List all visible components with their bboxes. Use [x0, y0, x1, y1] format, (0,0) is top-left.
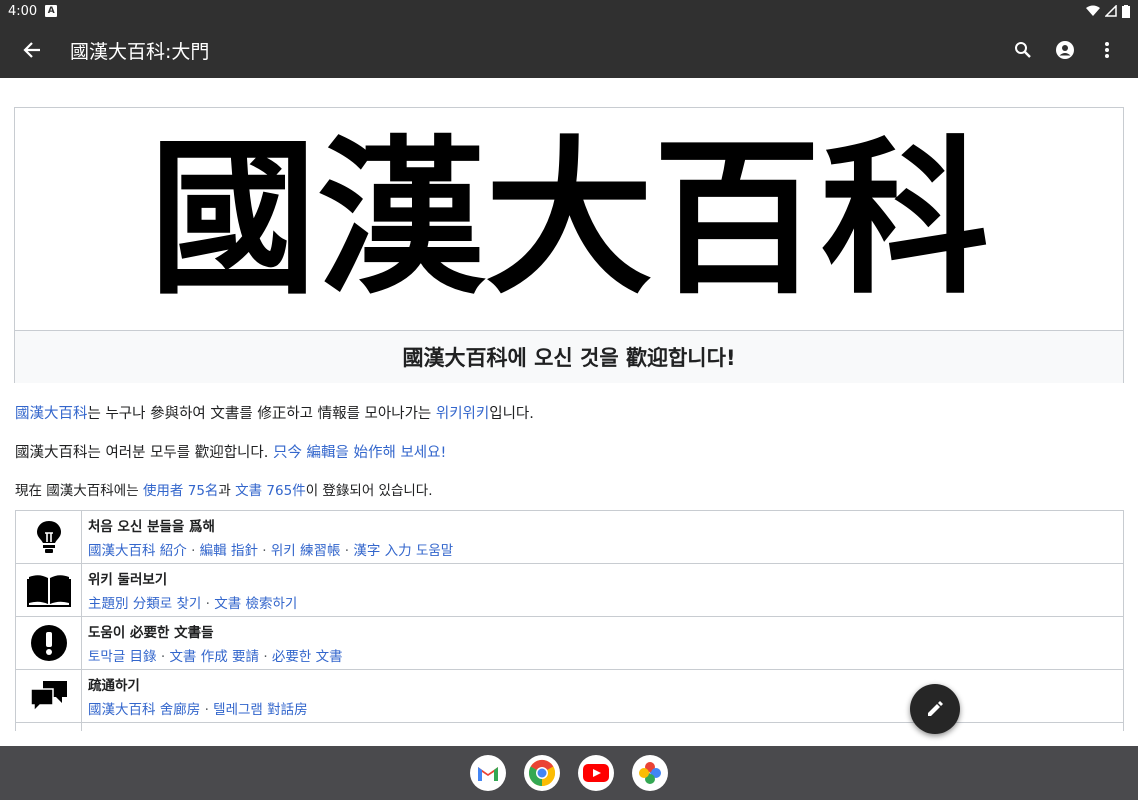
portal-link[interactable]: 텔레그램 對話房 [213, 702, 307, 718]
portal-row-newcomers: 처음 오신 분들을 爲해 國漢大百科 紹介 · 編輯 指針 · 위키 練習帳 ·… [15, 511, 1124, 564]
portal-heading: 처음 오신 분들을 爲해 [88, 519, 215, 535]
portal-link[interactable]: 토막글 目錄 [88, 649, 157, 665]
portal-link[interactable]: 위키 練習帳 [271, 543, 341, 559]
portal-heading: 도움이 必要한 文書들 [88, 625, 214, 641]
gmail-icon [478, 767, 498, 781]
wifi-icon [1086, 5, 1100, 16]
site-logo: 國漢大百科 [149, 121, 989, 317]
status-time: 4:00 [8, 3, 38, 19]
stats-paragraph: 現在 國漢大百科에는 使用者 75名과 文書 765件이 登錄되어 있습니다. [15, 483, 433, 499]
intro-paragraph-1: 國漢大百科는 누구나 參與하여 文書를 修正하고 情報를 모아나가는 위키위키입… [15, 406, 534, 422]
portal-row-explore: 위키 둘러보기 主題別 分類로 찾기 · 文書 檢索하기 [15, 564, 1124, 617]
chat-icon [29, 681, 67, 713]
edit-fab-button[interactable] [910, 684, 960, 734]
exclamation-icon [30, 625, 67, 661]
welcome-message: 國漢大百科에 오신 것을 歡迎합니다! [15, 330, 1123, 383]
portal-link[interactable]: 文書 檢索하기 [214, 596, 297, 612]
portal-links: 國漢大百科 紹介 · 編輯 指針 · 위키 練習帳 · 漢字 入力 도움말 [88, 543, 454, 559]
more-options-button[interactable] [1086, 29, 1128, 71]
search-button[interactable] [1002, 29, 1044, 71]
photos-app[interactable] [632, 755, 668, 791]
portal-link[interactable]: 文書 作成 要請 [169, 649, 259, 665]
gmail-app[interactable] [470, 755, 506, 791]
notification-badge: A [45, 5, 58, 17]
users-count-link[interactable]: 使用者 75名 [143, 483, 218, 499]
portal-link[interactable]: 漢字 入力 도움말 [353, 543, 453, 559]
account-circle-icon [1056, 41, 1074, 59]
portal-link[interactable]: 必要한 文書 [272, 649, 343, 665]
youtube-icon [583, 764, 609, 782]
portal-heading: 疏通하기 [88, 678, 140, 694]
account-button[interactable] [1044, 29, 1086, 71]
app-bar: 國漢大百科:大門 [0, 22, 1138, 78]
documents-count-link[interactable]: 文書 765件 [235, 483, 306, 499]
chrome-app[interactable] [524, 755, 560, 791]
wiki-link[interactable]: 위키위키 [436, 406, 489, 422]
page-content: 國漢大百科 國漢大百科에 오신 것을 歡迎합니다! 國漢大百科는 누구나 參與하… [0, 78, 1138, 731]
intro-paragraph-2: 國漢大百科는 여러분 모두를 歡迎합니다. 只今 編輯을 始作해 보세요! [15, 445, 447, 461]
back-button[interactable] [0, 22, 64, 78]
portal-links: 國漢大百科 舍廊房 · 텔레그램 對話房 [88, 702, 308, 718]
chrome-icon [528, 759, 556, 787]
signal-icon [1105, 5, 1117, 17]
portal-links: 主題別 分類로 찾기 · 文書 檢索하기 [88, 596, 298, 612]
portal-link[interactable]: 主題別 分類로 찾기 [88, 596, 201, 612]
start-editing-link[interactable]: 只今 編輯을 始作해 보세요! [273, 445, 446, 461]
photos-icon [639, 762, 661, 784]
pencil-icon [928, 701, 943, 716]
lightbulb-icon [36, 521, 61, 553]
battery-icon [1122, 4, 1130, 18]
search-icon [1015, 42, 1031, 58]
youtube-app[interactable] [578, 755, 614, 791]
logo-area: 國漢大百科 [15, 108, 1123, 330]
taskbar [0, 746, 1138, 800]
portal-links: 토막글 目錄 · 文書 作成 要請 · 必要한 文書 [88, 649, 343, 665]
portal-link[interactable]: 國漢大百科 紹介 [88, 543, 187, 559]
portal-link[interactable]: 編輯 指針 [200, 543, 258, 559]
portal-link[interactable]: 國漢大百科 舍廊房 [88, 702, 200, 718]
page-title: 國漢大百科:大門 [70, 40, 210, 63]
main-banner: 國漢大百科 國漢大百科에 오신 것을 歡迎합니다! [14, 107, 1124, 383]
site-name-link[interactable]: 國漢大百科 [15, 406, 88, 422]
portal-heading: 위키 둘러보기 [88, 572, 168, 588]
book-icon [26, 575, 71, 607]
arrow-back-icon [23, 42, 40, 58]
more-vert-icon [1105, 42, 1109, 58]
portal-row-help-needed: 도움이 必要한 文書들 토막글 目錄 · 文書 作成 要請 · 必要한 文書 [15, 617, 1124, 670]
portal-row-partial [15, 723, 1124, 731]
status-bar: 4:00 A [0, 0, 1138, 22]
